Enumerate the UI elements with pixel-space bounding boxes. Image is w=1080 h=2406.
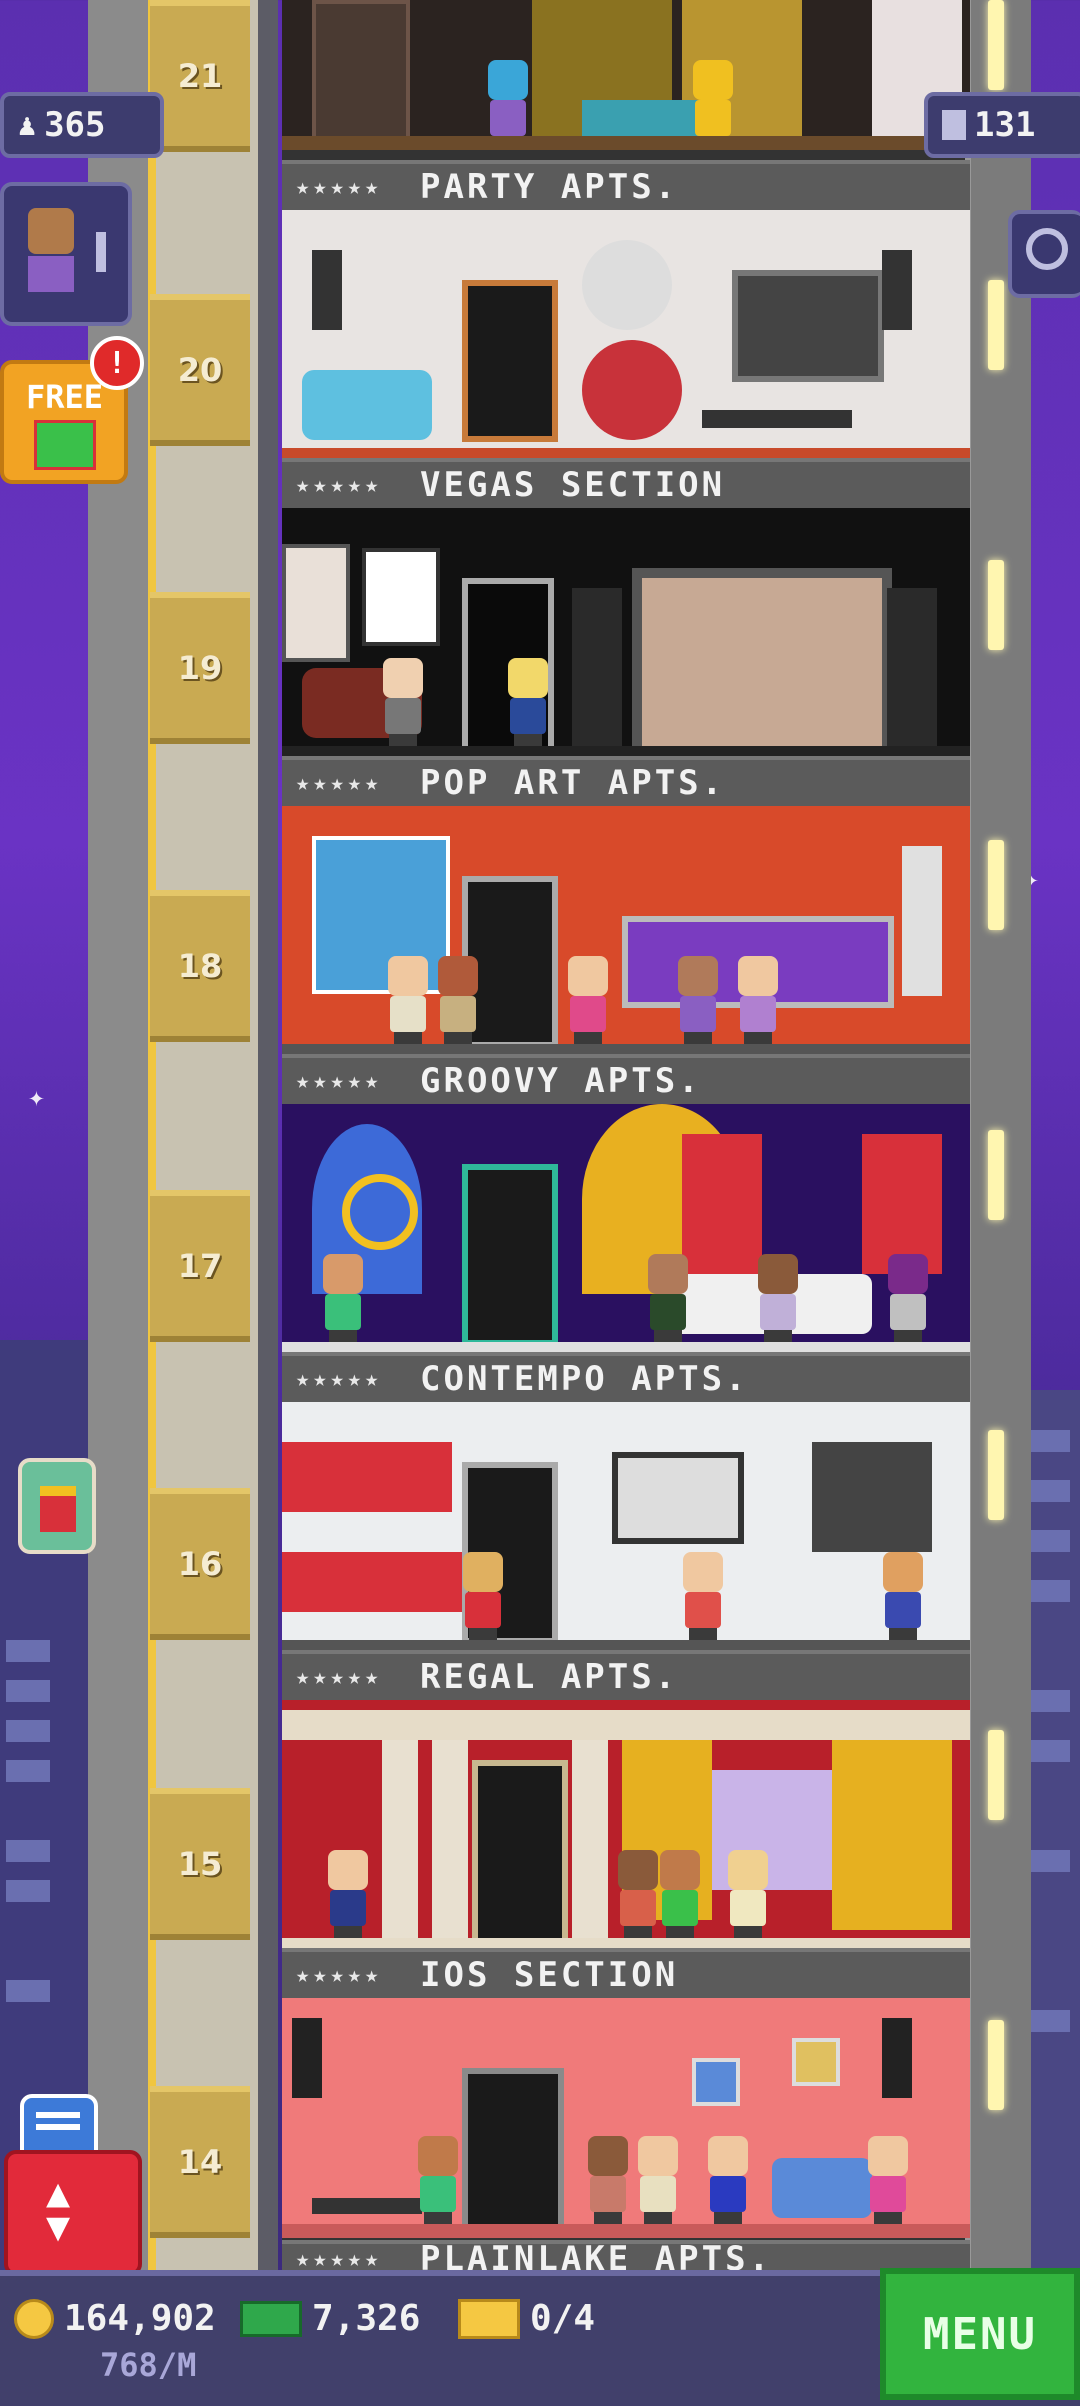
wall-light [988, 560, 1004, 650]
rating-stars: ★★★★★ [296, 472, 383, 498]
magnifier-icon [1026, 228, 1068, 270]
menu-button[interactable]: MENU [880, 2268, 1080, 2400]
coin-counter[interactable]: 164,902 [14, 2298, 216, 2339]
rating-stars: ★★★★★ [296, 174, 383, 200]
floor-label-bar[interactable]: ★★★★★ CONTEMPO APTS. [282, 1352, 970, 1406]
room-vegas-section[interactable] [282, 210, 970, 462]
room-pop-art-apts[interactable] [282, 508, 970, 760]
rating-stars: ★★★★★ [296, 1664, 383, 1690]
wall-light [988, 0, 1004, 90]
search-button[interactable] [1008, 210, 1080, 298]
wall-light [988, 840, 1004, 930]
floor-name: VEGAS SECTION [420, 465, 726, 505]
free-label: FREE [26, 378, 104, 416]
floor-name: CONTEMPO APTS. [420, 1359, 749, 1399]
wall-light [988, 1730, 1004, 1820]
room-groovy-apts[interactable] [282, 806, 970, 1058]
population-counter[interactable]: ♟ 365 [0, 92, 164, 158]
rating-stars: ★★★★★ [296, 770, 383, 796]
floor-number[interactable]: 19 [150, 592, 250, 744]
floor-name: GROOVY APTS. [420, 1061, 702, 1101]
person-icon: ♟ [18, 107, 37, 143]
elevator-button[interactable]: ▲ ▼ [4, 2150, 142, 2276]
avatar [28, 208, 74, 254]
floor-label-bar[interactable]: ★★★★★ REGAL APTS. [282, 1650, 970, 1704]
ticket-counter[interactable]: 0/4 [458, 2298, 595, 2339]
coin-value: 164,902 [64, 2298, 216, 2339]
bux-icon [240, 2300, 302, 2337]
room-regal-apts[interactable] [282, 1402, 970, 1654]
wall-light [988, 280, 1004, 370]
room-party-apts[interactable] [282, 0, 970, 150]
rating-stars: ★★★★★ [296, 2246, 383, 2272]
gift-icon [34, 420, 96, 470]
floor-number[interactable]: 15 [150, 1788, 250, 1940]
rating-stars: ★★★★★ [296, 1366, 383, 1392]
floor-label-bar[interactable]: ★★★★★ GROOVY APTS. [282, 1054, 970, 1108]
room-plainlake-apts[interactable] [282, 1998, 970, 2238]
fries-icon [40, 1486, 76, 1532]
rating-stars: ★★★★★ [296, 1068, 383, 1094]
wall-light [988, 2020, 1004, 2110]
coin-icon [14, 2298, 54, 2339]
wall-light [988, 1430, 1004, 1520]
floor-number[interactable]: 21 [150, 0, 250, 152]
floor-number[interactable]: 17 [150, 1190, 250, 1342]
floor-name: POP ART APTS. [420, 763, 726, 803]
floor-count-value: 131 [974, 105, 1036, 145]
floor-number[interactable]: 16 [150, 1488, 250, 1640]
floor-name: IOS SECTION [420, 1955, 679, 1995]
floor-name: PARTY APTS. [420, 167, 679, 207]
bux-counter[interactable]: 7,326 [240, 2298, 420, 2339]
floor-number[interactable]: 18 [150, 890, 250, 1042]
sky-star: ✦ [28, 1080, 45, 1113]
ticket-icon [458, 2298, 520, 2339]
wall-light [988, 1130, 1004, 1220]
floor-label-bar[interactable]: ★★★★★ IOS SECTION [282, 1948, 970, 2002]
building-icon [942, 110, 966, 140]
elevator-rail [258, 0, 278, 2280]
ticket-value: 0/4 [530, 2298, 596, 2339]
chat-icon [36, 2112, 80, 2118]
food-bitizen-icon[interactable] [18, 1458, 96, 1554]
room-contempo-apts[interactable] [282, 1104, 970, 1356]
income-rate: 768/M [100, 2346, 197, 2384]
menu-label: MENU [923, 2308, 1037, 2360]
floor-label-bar[interactable]: ★★★★★ POP ART APTS. [282, 756, 970, 810]
floor-label-bar[interactable]: ★★★★★ PARTY APTS. [282, 160, 970, 214]
rating-stars: ★★★★★ [296, 1962, 383, 1988]
bitizen-avatar-button[interactable] [0, 182, 132, 326]
up-down-arrows-icon: ▲ ▼ [46, 2170, 71, 2250]
floor-number[interactable]: 14 [150, 2086, 250, 2238]
room-ios-section[interactable] [282, 1700, 970, 1952]
bux-value: 7,326 [312, 2298, 421, 2339]
population-value: 365 [44, 105, 106, 145]
floor-number[interactable]: 20 [150, 294, 250, 446]
alert-badge: ! [90, 336, 144, 390]
floor-counter[interactable]: 131 [924, 92, 1080, 158]
floor-label-bar[interactable]: ★★★★★ VEGAS SECTION [282, 458, 970, 512]
floor-name: REGAL APTS. [420, 1657, 679, 1697]
